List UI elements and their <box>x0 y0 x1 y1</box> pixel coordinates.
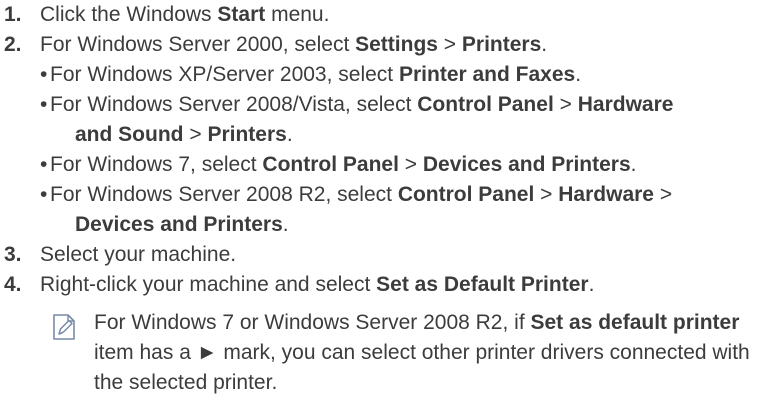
ui-term: Printers <box>461 33 542 56</box>
step-text: . <box>286 123 293 146</box>
step-number: 1. <box>4 3 22 26</box>
ui-term: Start <box>217 3 266 26</box>
step-text: . <box>630 153 637 176</box>
step-text: . <box>588 273 595 296</box>
step-text: > <box>398 153 423 176</box>
step-text: > <box>183 123 208 146</box>
ui-term: Printers <box>207 123 287 146</box>
step-text: Right-click your machine and select <box>40 273 377 296</box>
substep-win7: • For Windows 7, select Control Panel > … <box>0 150 773 180</box>
bullet: • <box>40 63 48 86</box>
ui-term: Hardware <box>577 93 674 116</box>
step-1: 1. Click the Windows Start menu. <box>0 0 773 30</box>
step-text: For Windows Server 2008 R2, select <box>50 183 398 206</box>
note-text: For Windows 7 or Windows Server 2008 R2,… <box>94 311 531 334</box>
step-number: 3. <box>4 243 22 266</box>
ui-term: and Sound <box>75 123 184 146</box>
bullet: • <box>40 183 48 206</box>
step-text: menu. <box>265 3 330 26</box>
step-text: For Windows XP/Server 2003, select <box>50 63 399 86</box>
note-pencil-icon <box>53 314 75 340</box>
step-text: . <box>282 213 289 236</box>
step-2: 2. For Windows Server 2000, select Setti… <box>0 30 773 60</box>
ui-term: Hardware <box>558 183 654 206</box>
step-number: 2. <box>4 33 22 56</box>
step-text: > <box>553 93 578 116</box>
step-text: For Windows 7, select <box>50 153 263 176</box>
note-block: For Windows 7 or Windows Server 2008 R2,… <box>0 308 764 398</box>
ui-term: Settings <box>355 33 438 56</box>
step-text: > <box>437 33 462 56</box>
step-text: > <box>534 183 559 206</box>
step-text: . <box>541 33 548 56</box>
ui-term: Devices and Printers <box>422 153 631 176</box>
continuation-line: and Sound > Printers. <box>50 120 773 150</box>
step-4: 4. Right-click your machine and select S… <box>0 270 773 300</box>
step-3: 3. Select your machine. <box>0 240 773 270</box>
step-text: . <box>575 63 582 86</box>
step-text: For Windows Server 2000, select <box>40 33 356 56</box>
ui-term: Control Panel <box>417 93 554 116</box>
ui-term: Set as default printer <box>530 311 740 334</box>
ui-term: Printer and Faxes <box>398 63 576 86</box>
ui-term: Control Panel <box>262 153 399 176</box>
instruction-document: 1. Click the Windows Start menu. 2. For … <box>0 0 773 398</box>
substep-xp: • For Windows XP/Server 2003, select Pri… <box>0 60 773 90</box>
step-text: Click the Windows <box>40 3 218 26</box>
ui-term: Set as Default Printer <box>376 273 589 296</box>
bullet: • <box>40 93 48 116</box>
substep-vista: • For Windows Server 2008/Vista, select … <box>0 90 773 150</box>
step-text: > <box>653 183 673 206</box>
continuation-line: Devices and Printers. <box>50 210 773 240</box>
step-number: 4. <box>4 273 22 296</box>
step-text: For Windows Server 2008/Vista, select <box>50 93 418 116</box>
substep-2008r2: • For Windows Server 2008 R2, select Con… <box>0 180 773 240</box>
note-text: item has a ► mark, you can select other … <box>94 341 750 394</box>
ui-term: Devices and Printers <box>75 213 283 236</box>
bullet: • <box>40 153 48 176</box>
step-text: Select your machine. <box>40 243 237 266</box>
ui-term: Control Panel <box>397 183 535 206</box>
